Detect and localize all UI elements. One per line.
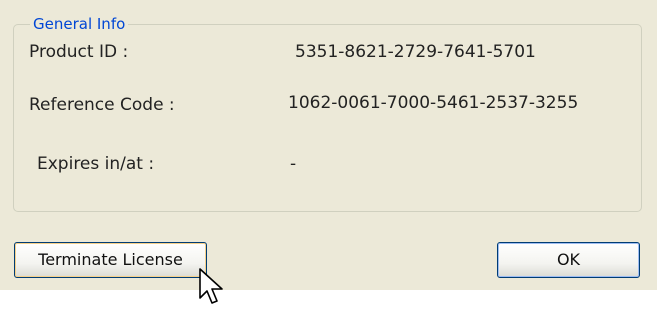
reference-code-value: 1062-0061-7000-5461-2537-3255 <box>288 93 579 113</box>
ok-button[interactable]: OK <box>497 242 640 278</box>
reference-code-label: Reference Code : <box>29 95 175 115</box>
license-dialog: General Info Product ID : 5351-8621-2729… <box>0 0 657 290</box>
product-id-value: 5351-8621-2729-7641-5701 <box>295 42 536 62</box>
arrow-pointer-icon <box>199 268 223 304</box>
general-info-title: General Info <box>30 14 129 34</box>
terminate-license-button[interactable]: Terminate License <box>14 242 207 278</box>
expires-value: - <box>290 154 297 174</box>
expires-label: Expires in/at : <box>37 154 155 174</box>
product-id-label: Product ID : <box>29 42 129 62</box>
